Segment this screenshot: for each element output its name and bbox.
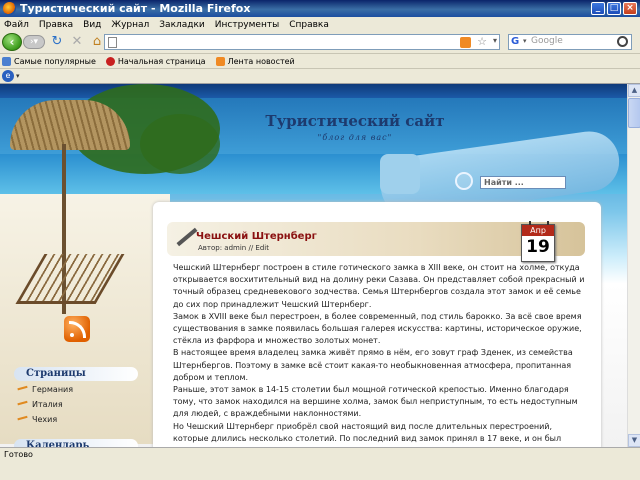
firefox-icon — [3, 2, 16, 15]
status-bar: Готово — [0, 447, 640, 461]
rss-feed-icon — [215, 56, 225, 66]
stop-icon[interactable]: ✕ — [69, 34, 85, 50]
forward-button[interactable]: ›▾ — [23, 35, 45, 49]
post-title[interactable]: Чешский Штернберг — [196, 231, 317, 242]
scroll-up-arrow-icon[interactable]: ▲ — [628, 84, 640, 97]
close-button[interactable]: × — [623, 2, 637, 15]
navigation-toolbar: ‹ ›▾ ↻ ✕ ⌂ ☆ ▾ G ▾ Google — [0, 32, 640, 52]
rss-feed-icon[interactable] — [460, 37, 471, 48]
page-icon — [108, 37, 117, 48]
sidebar-item-germany[interactable]: Германия — [17, 385, 73, 394]
calendar-widget-title: Календарь — [14, 439, 138, 447]
site-search-input[interactable]: Найти ... — [480, 176, 566, 189]
menu-file[interactable]: Файл — [4, 20, 29, 30]
post-paragraph: Чешский Штернберг построен в стиле готич… — [173, 263, 585, 309]
pencil-icon — [173, 225, 195, 247]
bookmark-folder-icon — [2, 56, 11, 66]
page-viewport: Туристический сайт "блог для вас" Найти … — [0, 84, 627, 447]
site-subtitle: "блог для вас" — [317, 133, 393, 142]
menu-bar: Файл Правка Вид Журнал Закладки Инструме… — [0, 17, 640, 32]
menu-view[interactable]: Вид — [83, 20, 101, 30]
post-header: Чешский Штернберг Автор: admin // Edit А… — [167, 221, 585, 262]
date-month: Апр — [522, 225, 554, 236]
scroll-thumb[interactable] — [628, 98, 640, 128]
desktop-area — [0, 461, 640, 480]
reload-icon[interactable]: ↻ — [49, 34, 65, 50]
site-title[interactable]: Туристический сайт — [230, 112, 480, 130]
bullet-icon — [17, 400, 29, 409]
palm-foliage — [140, 114, 220, 174]
scroll-down-arrow-icon[interactable]: ▼ — [628, 434, 640, 447]
date-badge: Апр 19 — [521, 221, 555, 262]
home-icon[interactable]: ⌂ — [89, 34, 105, 50]
google-icon[interactable]: G — [511, 36, 523, 48]
extra-toolbar: e ▾ — [0, 68, 640, 84]
bookmark-page-icon — [105, 56, 115, 66]
chevron-down-icon[interactable]: ▾ — [523, 37, 527, 45]
back-button[interactable]: ‹ — [2, 33, 22, 51]
rss-icon[interactable] — [64, 316, 90, 342]
search-engine-input[interactable]: G ▾ Google — [508, 34, 632, 50]
post-paragraph: Замок в XVIII веке был перестроен, в бол… — [173, 311, 582, 346]
window-title: Туристический сайт - Mozilla Firefox — [20, 2, 251, 15]
menu-help[interactable]: Справка — [289, 20, 329, 30]
sidebar-item-italy[interactable]: Италия — [17, 400, 63, 409]
menu-bookmarks[interactable]: Закладки — [159, 20, 205, 30]
bullet-icon — [17, 385, 29, 394]
search-icon[interactable] — [617, 36, 628, 47]
pages-widget-title: Страницы — [14, 367, 138, 381]
post-paragraph: В настоящее время владелец замка живёт п… — [173, 348, 573, 382]
date-day: 19 — [526, 237, 550, 257]
bookmark-start-page[interactable]: Начальная страница — [105, 56, 206, 66]
menu-tools[interactable]: Инструменты — [215, 20, 279, 30]
search-icon[interactable] — [455, 172, 473, 190]
maximize-button[interactable]: □ — [607, 2, 621, 15]
chevron-down-icon[interactable]: ▾ — [493, 36, 497, 45]
menu-edit[interactable]: Правка — [39, 20, 73, 30]
window-titlebar: Туристический сайт - Mozilla Firefox _ □… — [0, 0, 640, 17]
post-meta[interactable]: Автор: admin // Edit — [198, 244, 269, 252]
post-paragraph: Но Чешский Штернберг приобрёл свой насто… — [173, 421, 562, 447]
search-placeholder: Google — [531, 36, 563, 46]
addon-icon[interactable]: e — [2, 70, 14, 82]
minimize-button[interactable]: _ — [591, 2, 605, 15]
post-body: Чешский Штернберг построен в стиле готич… — [173, 262, 588, 447]
bookmark-star-icon[interactable]: ☆ — [477, 35, 487, 48]
bookmark-most-visited[interactable]: Самые популярные — [2, 56, 96, 66]
post-content: Чешский Штернберг Автор: admin // Edit А… — [153, 202, 601, 447]
address-bar[interactable]: ☆ ▾ — [104, 34, 500, 50]
bullet-icon — [17, 415, 29, 424]
bookmarks-toolbar: Самые популярные Начальная страница Лент… — [0, 53, 640, 68]
sidebar-item-czech[interactable]: Чехия — [17, 415, 57, 424]
vertical-scrollbar[interactable]: ▲ ▼ — [627, 84, 640, 447]
post-paragraph: Раньше, этот замок в 14-15 столетии был … — [173, 385, 578, 419]
bookmark-news-feed[interactable]: Лента новостей — [215, 56, 295, 66]
bottle-neck-image — [380, 154, 420, 194]
menu-history[interactable]: Журнал — [111, 20, 149, 30]
chevron-down-icon[interactable]: ▾ — [16, 72, 20, 80]
